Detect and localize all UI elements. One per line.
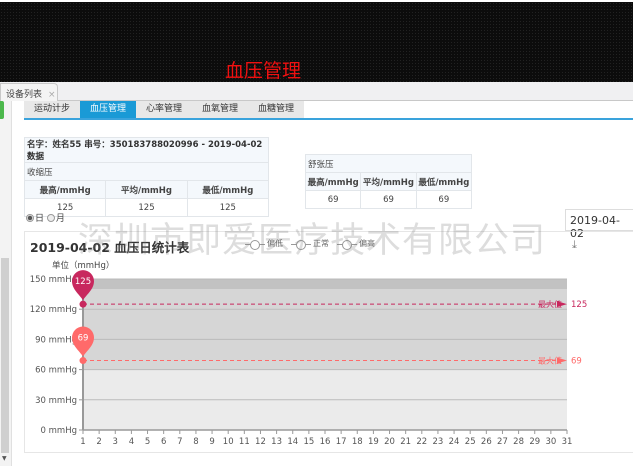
x-tick-label: 3: [113, 437, 118, 447]
x-tick-label: 14: [287, 437, 298, 447]
y-tick-label: 60 mmHg: [35, 366, 77, 376]
x-tick-label: 13: [271, 437, 282, 447]
watermark: 深圳市即爱医疗技术有限公司: [78, 221, 547, 261]
x-tick-label: 11: [239, 437, 250, 447]
x-tick-label: 25: [465, 437, 476, 447]
x-tick-label: 10: [223, 437, 234, 447]
x-tick-label: 24: [449, 437, 460, 447]
x-tick-label: 18: [352, 437, 363, 447]
x-tick-label: 31: [562, 437, 573, 447]
pin-label: 125: [75, 277, 91, 287]
band-1: [83, 289, 567, 370]
x-tick-label: 19: [368, 437, 379, 447]
pin-label: 69: [78, 334, 89, 344]
x-tick-label: 17: [336, 437, 347, 447]
x-tick-label: 29: [529, 437, 540, 447]
y-tick-label: 150 mmHg: [30, 275, 77, 285]
x-tick-label: 16: [320, 437, 331, 447]
x-tick-label: 5: [145, 437, 150, 447]
x-tick-label: 27: [497, 437, 508, 447]
x-tick-label: 15: [303, 437, 314, 447]
x-tick-label: 9: [209, 437, 214, 447]
x-tick-label: 28: [513, 437, 524, 447]
x-tick-label: 7: [177, 437, 182, 447]
markline-label: 最大值: [538, 356, 562, 366]
x-tick-label: 12: [255, 437, 266, 447]
x-tick-label: 21: [400, 437, 411, 447]
x-tick-label: 23: [433, 437, 444, 447]
x-tick-label: 26: [481, 437, 492, 447]
markline-value: 125: [571, 300, 587, 310]
x-tick-label: 4: [129, 437, 134, 447]
markline-value: 69: [571, 357, 582, 367]
x-tick-label: 8: [193, 437, 198, 447]
band-2: [83, 279, 567, 290]
y-tick-label: 30 mmHg: [35, 396, 77, 406]
x-tick-label: 1: [80, 437, 85, 447]
markline-label: 最大值: [538, 299, 562, 309]
y-tick-label: 120 mmHg: [30, 305, 77, 315]
data-point: [79, 357, 87, 365]
x-tick-label: 20: [384, 437, 395, 447]
data-point: [79, 300, 87, 308]
x-tick-label: 2: [96, 437, 101, 447]
x-tick-label: 30: [545, 437, 556, 447]
y-tick-label: 90 mmHg: [35, 335, 77, 345]
x-tick-label: 22: [416, 437, 427, 447]
x-tick-label: 6: [161, 437, 166, 447]
y-tick-label: 0 mmHg: [41, 426, 77, 436]
